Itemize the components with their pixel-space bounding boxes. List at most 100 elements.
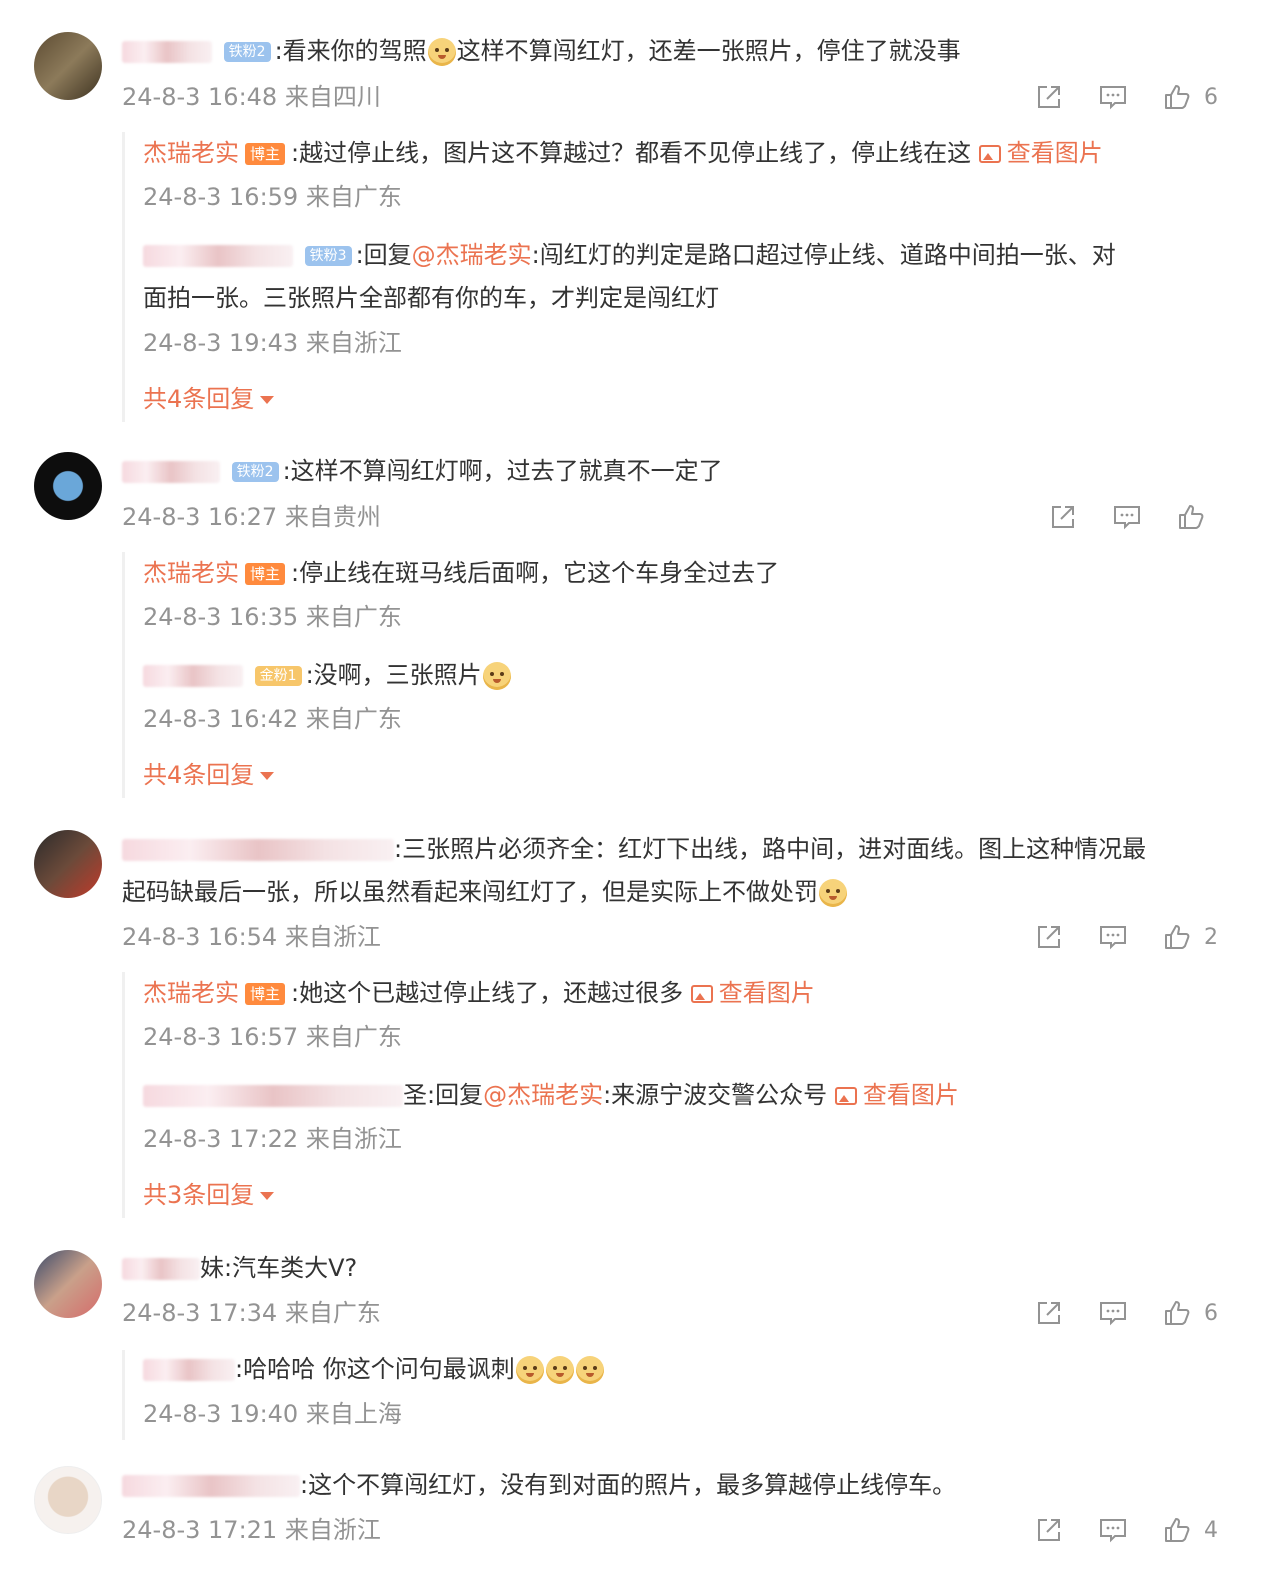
mention-link[interactable]: @杰瑞老实 (412, 241, 532, 269)
comment-text: :三张照片必须齐全：红灯下出线，路中间，进对面线。图上这种情况最 (122, 832, 1146, 866)
caret-down-icon (260, 1192, 275, 1200)
reply-meta: 24-8-3 16:42 来自广东 (143, 705, 402, 733)
comment-button[interactable] (1098, 1298, 1128, 1328)
username-blurred[interactable] (122, 839, 394, 861)
comment-button[interactable] (1098, 922, 1128, 952)
comment-actions: 6 (1000, 80, 1218, 114)
reply-text: :哈哈哈 你这个问句最讽刺 (143, 1352, 605, 1386)
comment-button[interactable] (1098, 82, 1128, 112)
comment-meta: 24-8-3 16:48 来自四川 (122, 83, 381, 111)
share-icon (1038, 926, 1060, 948)
comment-icon (1114, 506, 1140, 530)
more-replies-link[interactable]: 共4条回复 (143, 758, 275, 792)
share-icon (1038, 1519, 1060, 1541)
share-button[interactable] (1034, 1298, 1064, 1328)
reply-author[interactable]: 杰瑞老实 (143, 139, 239, 167)
reply-author[interactable]: 杰瑞老实 (143, 979, 239, 1007)
comment-button[interactable] (1112, 502, 1142, 532)
username-blurred[interactable] (143, 665, 243, 687)
username-blurred[interactable] (143, 1359, 235, 1381)
view-image-link[interactable]: 查看图片 (690, 979, 815, 1007)
username-blurred[interactable] (122, 1475, 300, 1497)
avatar[interactable] (34, 1250, 102, 1318)
comment-icon (1100, 1302, 1126, 1326)
reply-text: 杰瑞老实 博主:她这个已越过停止线了，还越过很多 查看图片 (143, 979, 815, 1007)
username-blurred[interactable] (143, 245, 293, 267)
mention-link[interactable]: @杰瑞老实 (483, 1081, 603, 1109)
reply-text: 金粉1:没啊，三张照片 (143, 658, 512, 692)
comment-icon (1100, 1519, 1126, 1543)
comment-meta: 24-8-3 16:27 来自贵州 (122, 503, 381, 531)
like-count: 4 (1204, 1517, 1218, 1543)
reply-meta: 24-8-3 19:43 来自浙江 (143, 329, 402, 357)
like-icon (1165, 1518, 1190, 1542)
comment-text: 铁粉2:这样不算闯红灯啊，过去了就真不一定了 (122, 454, 723, 488)
reply-text: 杰瑞老实 博主:越过停止线，图片这不算越过？都看不见停止线了，停止线在这 查看图片 (143, 139, 1103, 167)
view-image-link[interactable]: 查看图片 (978, 139, 1103, 167)
like-button[interactable]: 6 (1162, 82, 1218, 112)
like-count: 6 (1204, 1300, 1218, 1326)
like-button[interactable] (1176, 502, 1218, 532)
image-icon (690, 985, 713, 1003)
reply-list: 杰瑞老实 博主:停止线在斑马线后面啊，它这个车身全过去了 24-8-3 16:35… (122, 552, 1225, 798)
comment-text: 铁粉2:看来你的驾照 这样不算闯红灯，还差一张照片，停住了就没事 (122, 34, 961, 68)
username-blurred[interactable] (143, 1085, 403, 1107)
comment-actions: 6 (1000, 1296, 1218, 1330)
share-icon (1038, 1302, 1060, 1324)
comment-meta: 24-8-3 16:54 来自浙江 (122, 923, 381, 951)
like-icon (1179, 505, 1204, 529)
share-button[interactable] (1048, 502, 1078, 532)
doge-emoji-icon (482, 662, 511, 690)
share-button[interactable] (1034, 922, 1064, 952)
reply-meta: 24-8-3 16:57 来自广东 (143, 1023, 402, 1051)
share-icon (1052, 506, 1074, 528)
reply-list: :哈哈哈 你这个问句最讽刺 24-8-3 19:40 来自上海 (122, 1350, 1225, 1440)
like-button[interactable]: 6 (1162, 1298, 1218, 1328)
blogger-badge: 博主 (245, 983, 286, 1005)
avatar[interactable] (34, 1466, 102, 1534)
image-icon (834, 1087, 857, 1105)
like-count: 6 (1204, 84, 1218, 110)
reply-meta: 24-8-3 19:40 来自上海 (143, 1400, 402, 1428)
username-blurred[interactable] (122, 41, 212, 63)
like-icon (1165, 85, 1190, 109)
reply-meta: 24-8-3 16:59 来自广东 (143, 183, 402, 211)
doge-emoji-icon (575, 1356, 604, 1384)
like-button[interactable]: 4 (1162, 1515, 1218, 1545)
comment-icon (1100, 86, 1126, 110)
share-button[interactable] (1034, 82, 1064, 112)
reply-author[interactable]: 杰瑞老实 (143, 559, 239, 587)
like-button[interactable]: 2 (1162, 922, 1218, 952)
reply-list: 杰瑞老实 博主:她这个已越过停止线了，还越过很多 查看图片 24-8-3 16:5… (122, 972, 1225, 1218)
avatar[interactable] (34, 452, 102, 520)
comment-actions: 2 (1000, 920, 1218, 954)
comment-button[interactable] (1098, 1515, 1128, 1545)
avatar[interactable] (34, 32, 102, 100)
blogger-badge: 博主 (245, 563, 286, 585)
comment-icon (1100, 926, 1126, 950)
blogger-badge: 博主 (245, 143, 286, 165)
reply-meta: 24-8-3 17:22 来自浙江 (143, 1125, 402, 1153)
comment-actions (1014, 500, 1218, 534)
reply-text: 圣:回复@杰瑞老实:来源宁波交警公众号 查看图片 (143, 1078, 959, 1112)
smile-emoji-icon (819, 879, 847, 907)
reply-text-cont: 面拍一张。三张照片全部都有你的车，才判定是闯红灯 (143, 284, 719, 312)
more-replies-link[interactable]: 共4条回复 (143, 382, 275, 416)
like-count: 2 (1204, 924, 1218, 950)
username-blurred[interactable] (122, 1258, 200, 1280)
fan-badge: 金粉1 (254, 666, 302, 686)
fan-badge: 铁粉2 (231, 462, 279, 482)
fan-badge: 铁粉2 (223, 42, 271, 62)
view-image-link[interactable]: 查看图片 (834, 1081, 959, 1109)
share-button[interactable] (1034, 1515, 1064, 1545)
avatar[interactable] (34, 830, 102, 898)
comment-meta: 24-8-3 17:21 来自浙江 (122, 1516, 381, 1544)
more-replies-link[interactable]: 共3条回复 (143, 1178, 275, 1212)
comment-meta: 24-8-3 17:34 来自广东 (122, 1299, 381, 1327)
username-blurred[interactable] (122, 461, 220, 483)
doge-emoji-icon (545, 1356, 574, 1384)
fan-badge: 铁粉3 (304, 246, 352, 266)
like-icon (1165, 1301, 1190, 1325)
comment-text-cont: 起码缺最后一张，所以虽然看起来闯红灯了，但是实际上不做处罚 (122, 875, 848, 909)
image-icon (978, 145, 1001, 163)
